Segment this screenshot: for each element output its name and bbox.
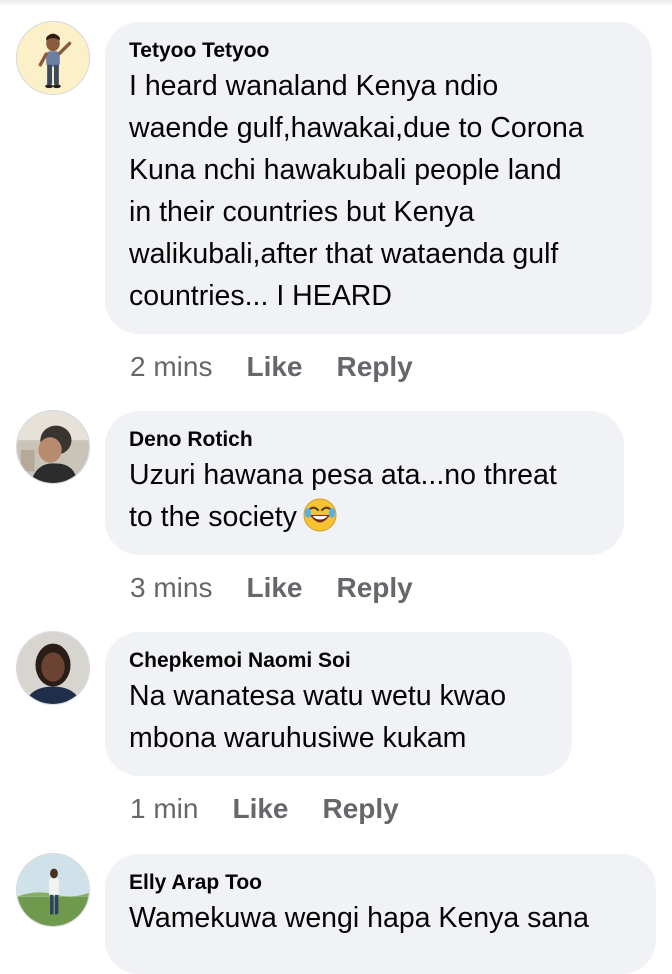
- like-button[interactable]: Like: [232, 793, 288, 825]
- comment-bubble: Elly Arap Too Wamekuwa wengi hapa Kenya …: [105, 854, 656, 974]
- comment-timestamp[interactable]: 2 mins: [130, 351, 212, 383]
- comment-text-line-with-emoji: to the society: [129, 496, 600, 538]
- comment-author[interactable]: Chepkemoi Naomi Soi: [129, 649, 548, 673]
- comment-text-line: in their countries but Kenya: [129, 196, 475, 228]
- top-divider: [0, 0, 672, 6]
- profile-photo-icon[interactable]: [16, 853, 90, 927]
- profile-photo-icon[interactable]: [16, 410, 90, 484]
- comment-timestamp[interactable]: 3 mins: [130, 572, 212, 604]
- comment-text-line: countries... I HEARD: [129, 280, 392, 312]
- comment-text-line: Uzuri hawana pesa ata...no threat: [129, 459, 557, 491]
- comment-actions: 3 mins Like Reply: [130, 572, 413, 604]
- profile-photo-icon[interactable]: [16, 631, 90, 705]
- comment-bubble: Tetyoo Tetyoo I heard wanaland Kenya ndi…: [105, 22, 652, 334]
- comment-text: Na wanatesa watu wetu kwao mbona waruhus…: [129, 675, 548, 759]
- comment-actions: 1 min Like Reply: [130, 793, 399, 825]
- comment-text-line: Na wanatesa watu wetu kwao: [129, 680, 507, 712]
- comment-text-line: walikubali,after that wataenda gulf: [129, 238, 559, 270]
- comment-text-line: to the society: [129, 501, 297, 533]
- comment-bubble: Deno Rotich Uzuri hawana pesa ata...no t…: [105, 411, 624, 555]
- comment-author[interactable]: Elly Arap Too: [129, 871, 632, 895]
- comment-author[interactable]: Deno Rotich: [129, 428, 600, 452]
- reply-button[interactable]: Reply: [323, 793, 399, 825]
- like-button[interactable]: Like: [246, 572, 302, 604]
- comment-text: Uzuri hawana pesa ata...no threat to the…: [129, 454, 600, 538]
- like-button[interactable]: Like: [246, 351, 302, 383]
- comment-text-line: Wamekuwa wengi hapa Kenya sana: [129, 902, 589, 934]
- comment-timestamp[interactable]: 1 min: [130, 793, 198, 825]
- bitmoji-avatar-icon[interactable]: [16, 21, 90, 95]
- comment-text-line: mbona waruhusiwe kukam: [129, 722, 467, 754]
- comment-text-line: waende gulf,hawakai,due to Corona: [129, 112, 584, 144]
- comment-author[interactable]: Tetyoo Tetyoo: [129, 39, 628, 63]
- comment-text: I heard wanaland Kenya ndio waende gulf,…: [129, 65, 628, 317]
- comment-actions: 2 mins Like Reply: [130, 351, 413, 383]
- laughing-crying-emoji-icon: [303, 498, 337, 532]
- reply-button[interactable]: Reply: [337, 351, 413, 383]
- comment-text: Wamekuwa wengi hapa Kenya sana: [129, 897, 632, 939]
- comment-bubble: Chepkemoi Naomi Soi Na wanatesa watu wet…: [105, 632, 572, 776]
- comment-text-line: I heard wanaland Kenya ndio: [129, 70, 499, 102]
- reply-button[interactable]: Reply: [337, 572, 413, 604]
- comment-text-line: Kuna nchi hawakubali people land: [129, 154, 562, 186]
